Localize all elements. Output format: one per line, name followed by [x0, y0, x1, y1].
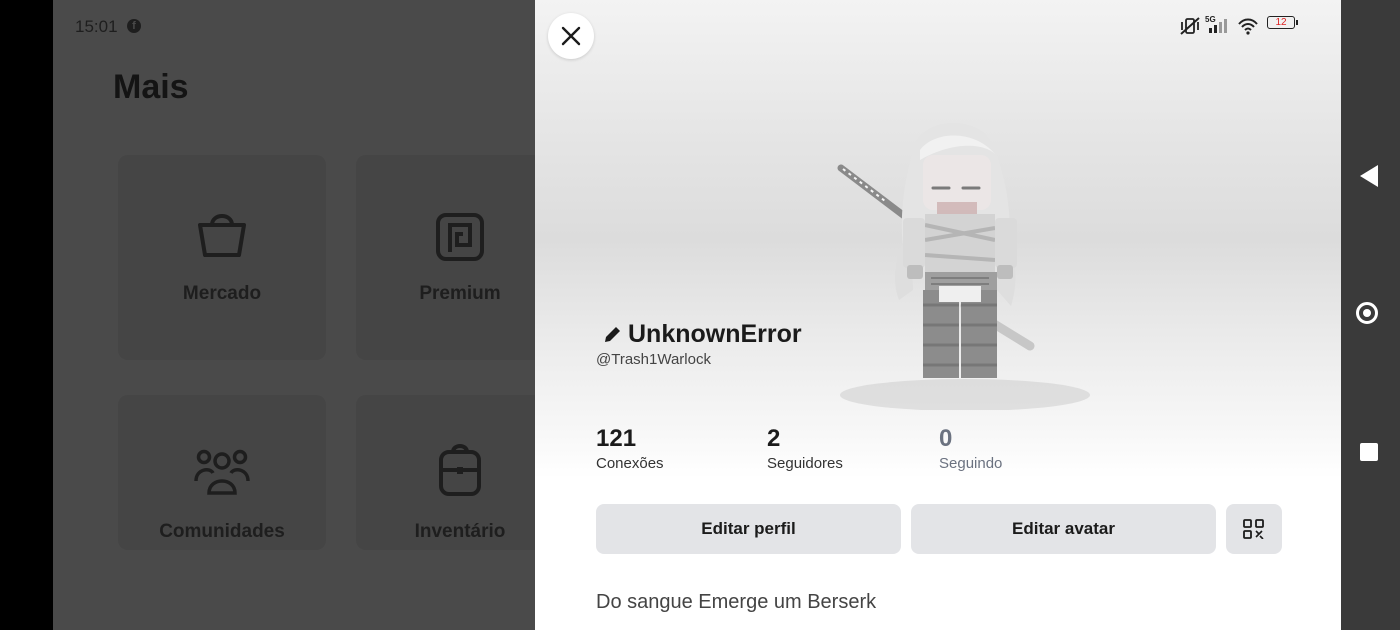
- tile-comunidades: Comunidades: [118, 395, 326, 550]
- username: @Trash1Warlock: [596, 351, 711, 368]
- stat-following[interactable]: 0 Seguindo: [939, 425, 1002, 472]
- back-icon[interactable]: [1360, 165, 1378, 187]
- profile-sheet: 5G 12 UnknownError @Trash1Warlock 121 Co…: [535, 0, 1341, 630]
- background-more-screen: 15:01 f Mais Mercado Premium Comunidades: [53, 0, 535, 630]
- tile-label: Comunidades: [159, 521, 285, 542]
- stat-label: Seguidores: [767, 455, 843, 472]
- tile-inventario: Inventário: [356, 395, 535, 550]
- qr-code-icon: [1243, 519, 1264, 539]
- edit-avatar-button[interactable]: Editar avatar: [911, 504, 1216, 554]
- backpack-icon: [439, 444, 481, 496]
- stat-value: 2: [767, 425, 781, 452]
- edit-profile-button[interactable]: Editar perfil: [596, 504, 901, 554]
- tile-label: Mercado: [182, 283, 262, 304]
- qr-code-button[interactable]: [1226, 504, 1282, 554]
- stat-label: Seguindo: [939, 455, 1003, 472]
- mute-vibrate-icon: [1179, 16, 1201, 41]
- stat-label: Conexões: [596, 455, 664, 472]
- close-icon: [561, 26, 581, 46]
- stat-followers[interactable]: 2 Seguidores: [767, 425, 843, 472]
- avatar-image: [837, 122, 1090, 410]
- display-name: UnknownError: [628, 320, 802, 348]
- tile-label: Premium: [419, 283, 501, 304]
- tile-premium: Premium: [356, 155, 535, 360]
- wifi-icon: [1237, 16, 1259, 41]
- facebook-notification-icon: f: [127, 19, 141, 33]
- premium-icon: [436, 213, 484, 261]
- left-letterbox: [0, 0, 53, 630]
- bio-text: Do sangue Emerge um Berserk: [596, 591, 877, 613]
- pencil-icon[interactable]: [603, 326, 621, 344]
- stat-value: 0: [939, 425, 953, 452]
- shopping-bag-icon: [198, 214, 246, 257]
- close-button[interactable]: [548, 13, 594, 59]
- tile-label: Inventário: [414, 521, 506, 542]
- android-nav-bar: [1341, 0, 1400, 630]
- recent-apps-icon[interactable]: [1360, 443, 1378, 461]
- page-title: Mais: [113, 68, 189, 106]
- battery-icon: 12: [1267, 16, 1298, 29]
- clock: 15:01: [75, 17, 118, 36]
- tile-mercado: Mercado: [118, 155, 326, 360]
- stat-value: 121: [596, 425, 637, 452]
- stat-connections[interactable]: 121 Conexões: [596, 425, 664, 472]
- home-icon[interactable]: [1356, 302, 1378, 324]
- group-icon: [194, 449, 250, 495]
